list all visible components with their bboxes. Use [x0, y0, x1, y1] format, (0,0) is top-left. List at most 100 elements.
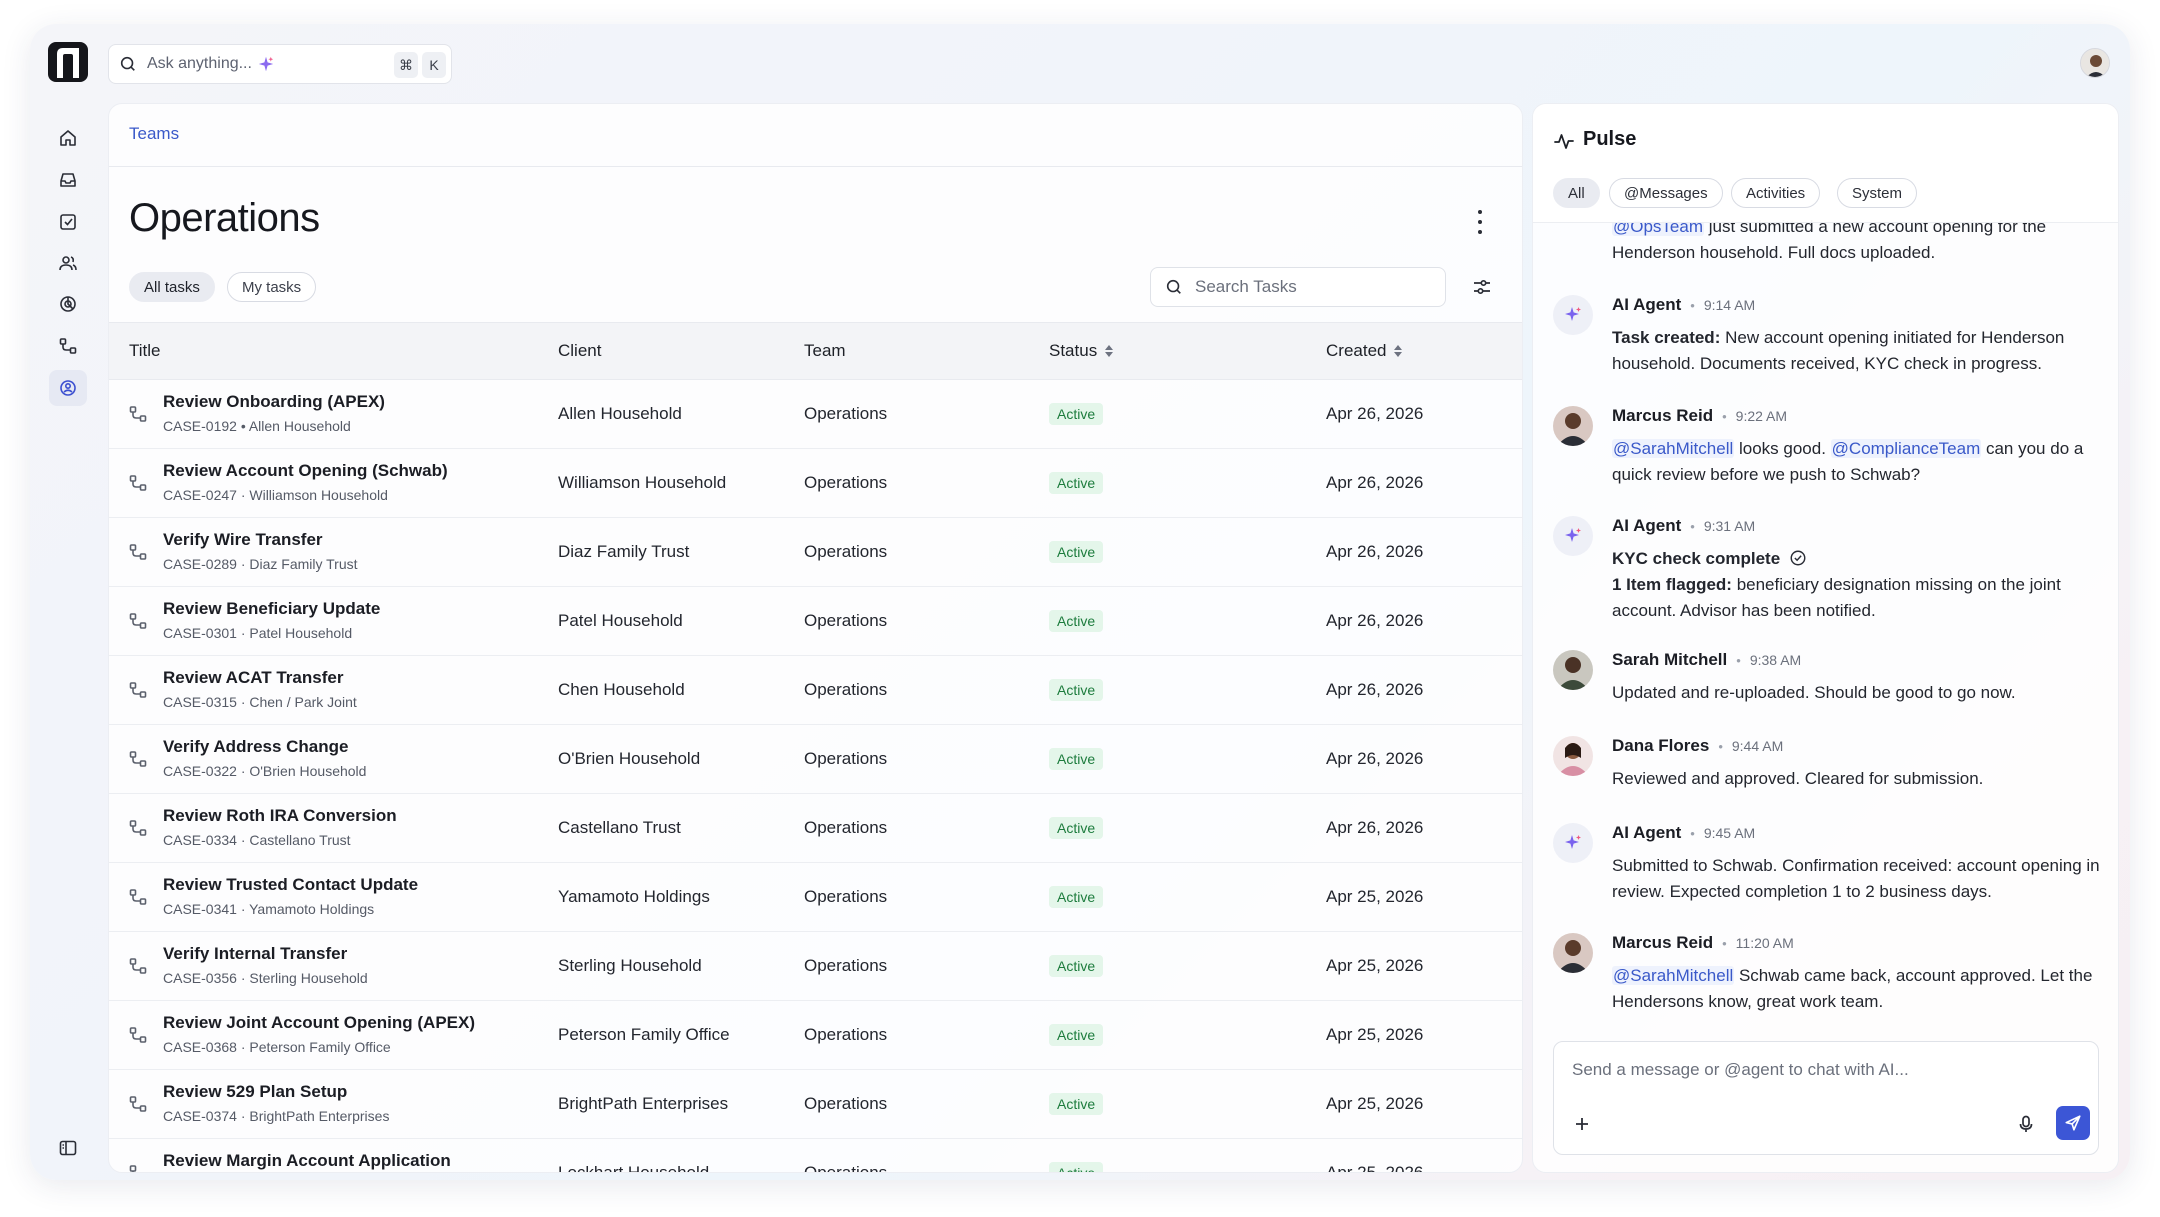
pulse-tab-messages[interactable]: @Messages — [1609, 178, 1723, 208]
column-status[interactable]: Status — [1049, 341, 1114, 361]
plus-icon[interactable] — [1572, 1114, 1592, 1134]
more-options-icon[interactable] — [1476, 210, 1484, 234]
tasks-icon[interactable] — [49, 204, 87, 240]
task-title[interactable]: Review 529 Plan Setup — [163, 1082, 347, 1102]
column-client-label: Client — [558, 341, 602, 360]
send-icon — [2065, 1115, 2081, 1131]
task-created-date: Apr 25, 2026 — [1326, 1025, 1424, 1044]
filter-my-tasks[interactable]: My tasks — [227, 272, 317, 302]
status-badge: Active — [1049, 886, 1104, 908]
task-team: Operations — [804, 749, 888, 768]
message-body: @SarahMitchell looks good. @ComplianceTe… — [1612, 436, 2112, 488]
table-row[interactable]: Review Onboarding (APEX) CASE-0192 • Alle… — [109, 380, 1522, 449]
status-badge: Active — [1049, 748, 1104, 770]
status-badge: Active — [1049, 1093, 1104, 1115]
table-row[interactable]: Review Beneficiary Update CASE-0301 · Pat… — [109, 587, 1522, 656]
people-icon[interactable] — [49, 245, 87, 281]
task-search-input[interactable]: Search Tasks — [1150, 267, 1446, 307]
sparkle-icon — [258, 56, 274, 72]
marcus-reid-avatar — [1553, 933, 1593, 973]
task-created-date: Apr 26, 2026 — [1326, 473, 1424, 492]
home-icon[interactable] — [49, 120, 87, 156]
mention-link[interactable]: @SarahMitchell — [1612, 439, 1735, 458]
search-icon — [120, 56, 135, 71]
task-title[interactable]: Verify Address Change — [163, 737, 349, 757]
microphone-icon[interactable] — [2016, 1114, 2036, 1134]
pulse-panel: @OpsTeam just submitted a new account op… — [1532, 103, 2119, 1173]
teams-icon[interactable] — [49, 370, 87, 406]
ai-agent-avatar — [1553, 516, 1593, 556]
task-title[interactable]: Review ACAT Transfer — [163, 668, 343, 688]
column-title[interactable]: Title — [129, 341, 161, 361]
send-button[interactable] — [2056, 1106, 2090, 1140]
workflow-icon — [128, 1163, 148, 1172]
tasks-panel: Teams Operations All tasks My tasks Sear… — [108, 103, 1523, 1173]
pulse-tab-activities[interactable]: Activities — [1731, 178, 1821, 208]
task-title[interactable]: Review Trusted Contact Update — [163, 875, 418, 895]
app-logo[interactable] — [48, 42, 88, 82]
message-composer[interactable]: Send a message or @agent to chat with AI… — [1553, 1041, 2099, 1155]
workflow-icon — [128, 680, 148, 700]
task-title[interactable]: Verify Wire Transfer — [163, 530, 323, 550]
task-title[interactable]: Verify Internal Transfer — [163, 944, 347, 964]
filter-settings-icon[interactable] — [1471, 276, 1493, 298]
table-row[interactable]: Review Roth IRA Conversion CASE-0334 · Ca… — [109, 794, 1522, 863]
task-title[interactable]: Review Roth IRA Conversion — [163, 806, 397, 826]
breadcrumb[interactable]: Teams — [129, 124, 179, 144]
column-client[interactable]: Client — [558, 341, 601, 361]
filter-all-tasks[interactable]: All tasks — [129, 272, 215, 302]
workflow-icon — [128, 1094, 148, 1114]
task-case-id: CASE-0374 · BrightPath Enterprises — [163, 1108, 390, 1124]
pulse-tab-all[interactable]: All — [1553, 178, 1600, 208]
mention-link[interactable]: @ComplianceTeam — [1830, 439, 1982, 458]
task-team: Operations — [804, 404, 888, 423]
sort-icon[interactable] — [1394, 345, 1403, 357]
user-avatar[interactable] — [2080, 48, 2110, 78]
global-search[interactable]: Ask anything... ⌘ K — [108, 44, 452, 84]
sender-name: Marcus Reid — [1612, 933, 1714, 952]
sender-name: AI Agent — [1612, 295, 1682, 314]
task-title[interactable]: Review Joint Account Opening (APEX) — [163, 1013, 475, 1033]
message-text: Updated and re-uploaded. Should be good … — [1612, 683, 2016, 702]
ai-agent-avatar — [1553, 295, 1593, 335]
task-title[interactable]: Review Beneficiary Update — [163, 599, 380, 619]
pulse-tab-system[interactable]: System — [1837, 178, 1918, 208]
column-status-label: Status — [1049, 341, 1098, 360]
task-title[interactable]: Review Onboarding (APEX) — [163, 392, 385, 412]
inbox-icon[interactable] — [49, 162, 87, 198]
collapse-sidebar-icon[interactable] — [58, 1138, 78, 1158]
table-row[interactable]: Review Account Opening (Schwab) CASE-0247… — [109, 449, 1522, 518]
table-row[interactable]: Review 529 Plan Setup CASE-0374 · BrightP… — [109, 1070, 1522, 1139]
task-team: Operations — [804, 1163, 888, 1173]
table-row[interactable]: Review Margin Account Application Lockhar… — [109, 1139, 1522, 1173]
task-created-date: Apr 26, 2026 — [1326, 749, 1424, 768]
workflow-icon — [128, 1025, 148, 1045]
workflows-icon[interactable] — [49, 328, 87, 364]
table-row[interactable]: Review Trusted Contact Update CASE-0341 ·… — [109, 863, 1522, 932]
task-case-id: CASE-0315 · Chen / Park Joint — [163, 694, 357, 710]
column-team[interactable]: Team — [804, 341, 846, 361]
table-row[interactable]: Verify Address Change CASE-0322 · O'Brien… — [109, 725, 1522, 794]
task-created-date: Apr 26, 2026 — [1326, 404, 1424, 423]
sort-icon[interactable] — [1105, 345, 1114, 357]
task-title[interactable]: Review Account Opening (Schwab) — [163, 461, 448, 481]
table-row[interactable]: Review ACAT Transfer CASE-0315 · Chen / P… — [109, 656, 1522, 725]
task-client: BrightPath Enterprises — [558, 1094, 729, 1113]
mention-link[interactable]: @SarahMitchell — [1612, 966, 1735, 985]
page-title: Operations — [129, 196, 320, 240]
task-case-id: CASE-0247 · Williamson Household — [163, 487, 388, 503]
shortcut-k-key: K — [422, 52, 446, 78]
task-client: Yamamoto Holdings — [558, 887, 710, 906]
analytics-icon[interactable] — [49, 286, 87, 322]
table-row[interactable]: Review Joint Account Opening (APEX) CASE-… — [109, 1001, 1522, 1070]
task-table-body: Review Onboarding (APEX) CASE-0192 • Alle… — [109, 380, 1522, 1173]
task-search-placeholder: Search Tasks — [1195, 277, 1297, 296]
task-title[interactable]: Review Margin Account Application — [163, 1151, 451, 1171]
message-time: 9:14 AM — [1703, 297, 1756, 313]
status-badge: Active — [1049, 541, 1104, 563]
table-row[interactable]: Verify Internal Transfer CASE-0356 · Ster… — [109, 932, 1522, 1001]
table-row[interactable]: Verify Wire Transfer CASE-0289 · Diaz Fam… — [109, 518, 1522, 587]
column-created[interactable]: Created — [1326, 341, 1403, 361]
sarah-mitchell-avatar — [1553, 650, 1593, 690]
task-case-id: CASE-0368 · Peterson Family Office — [163, 1039, 391, 1055]
